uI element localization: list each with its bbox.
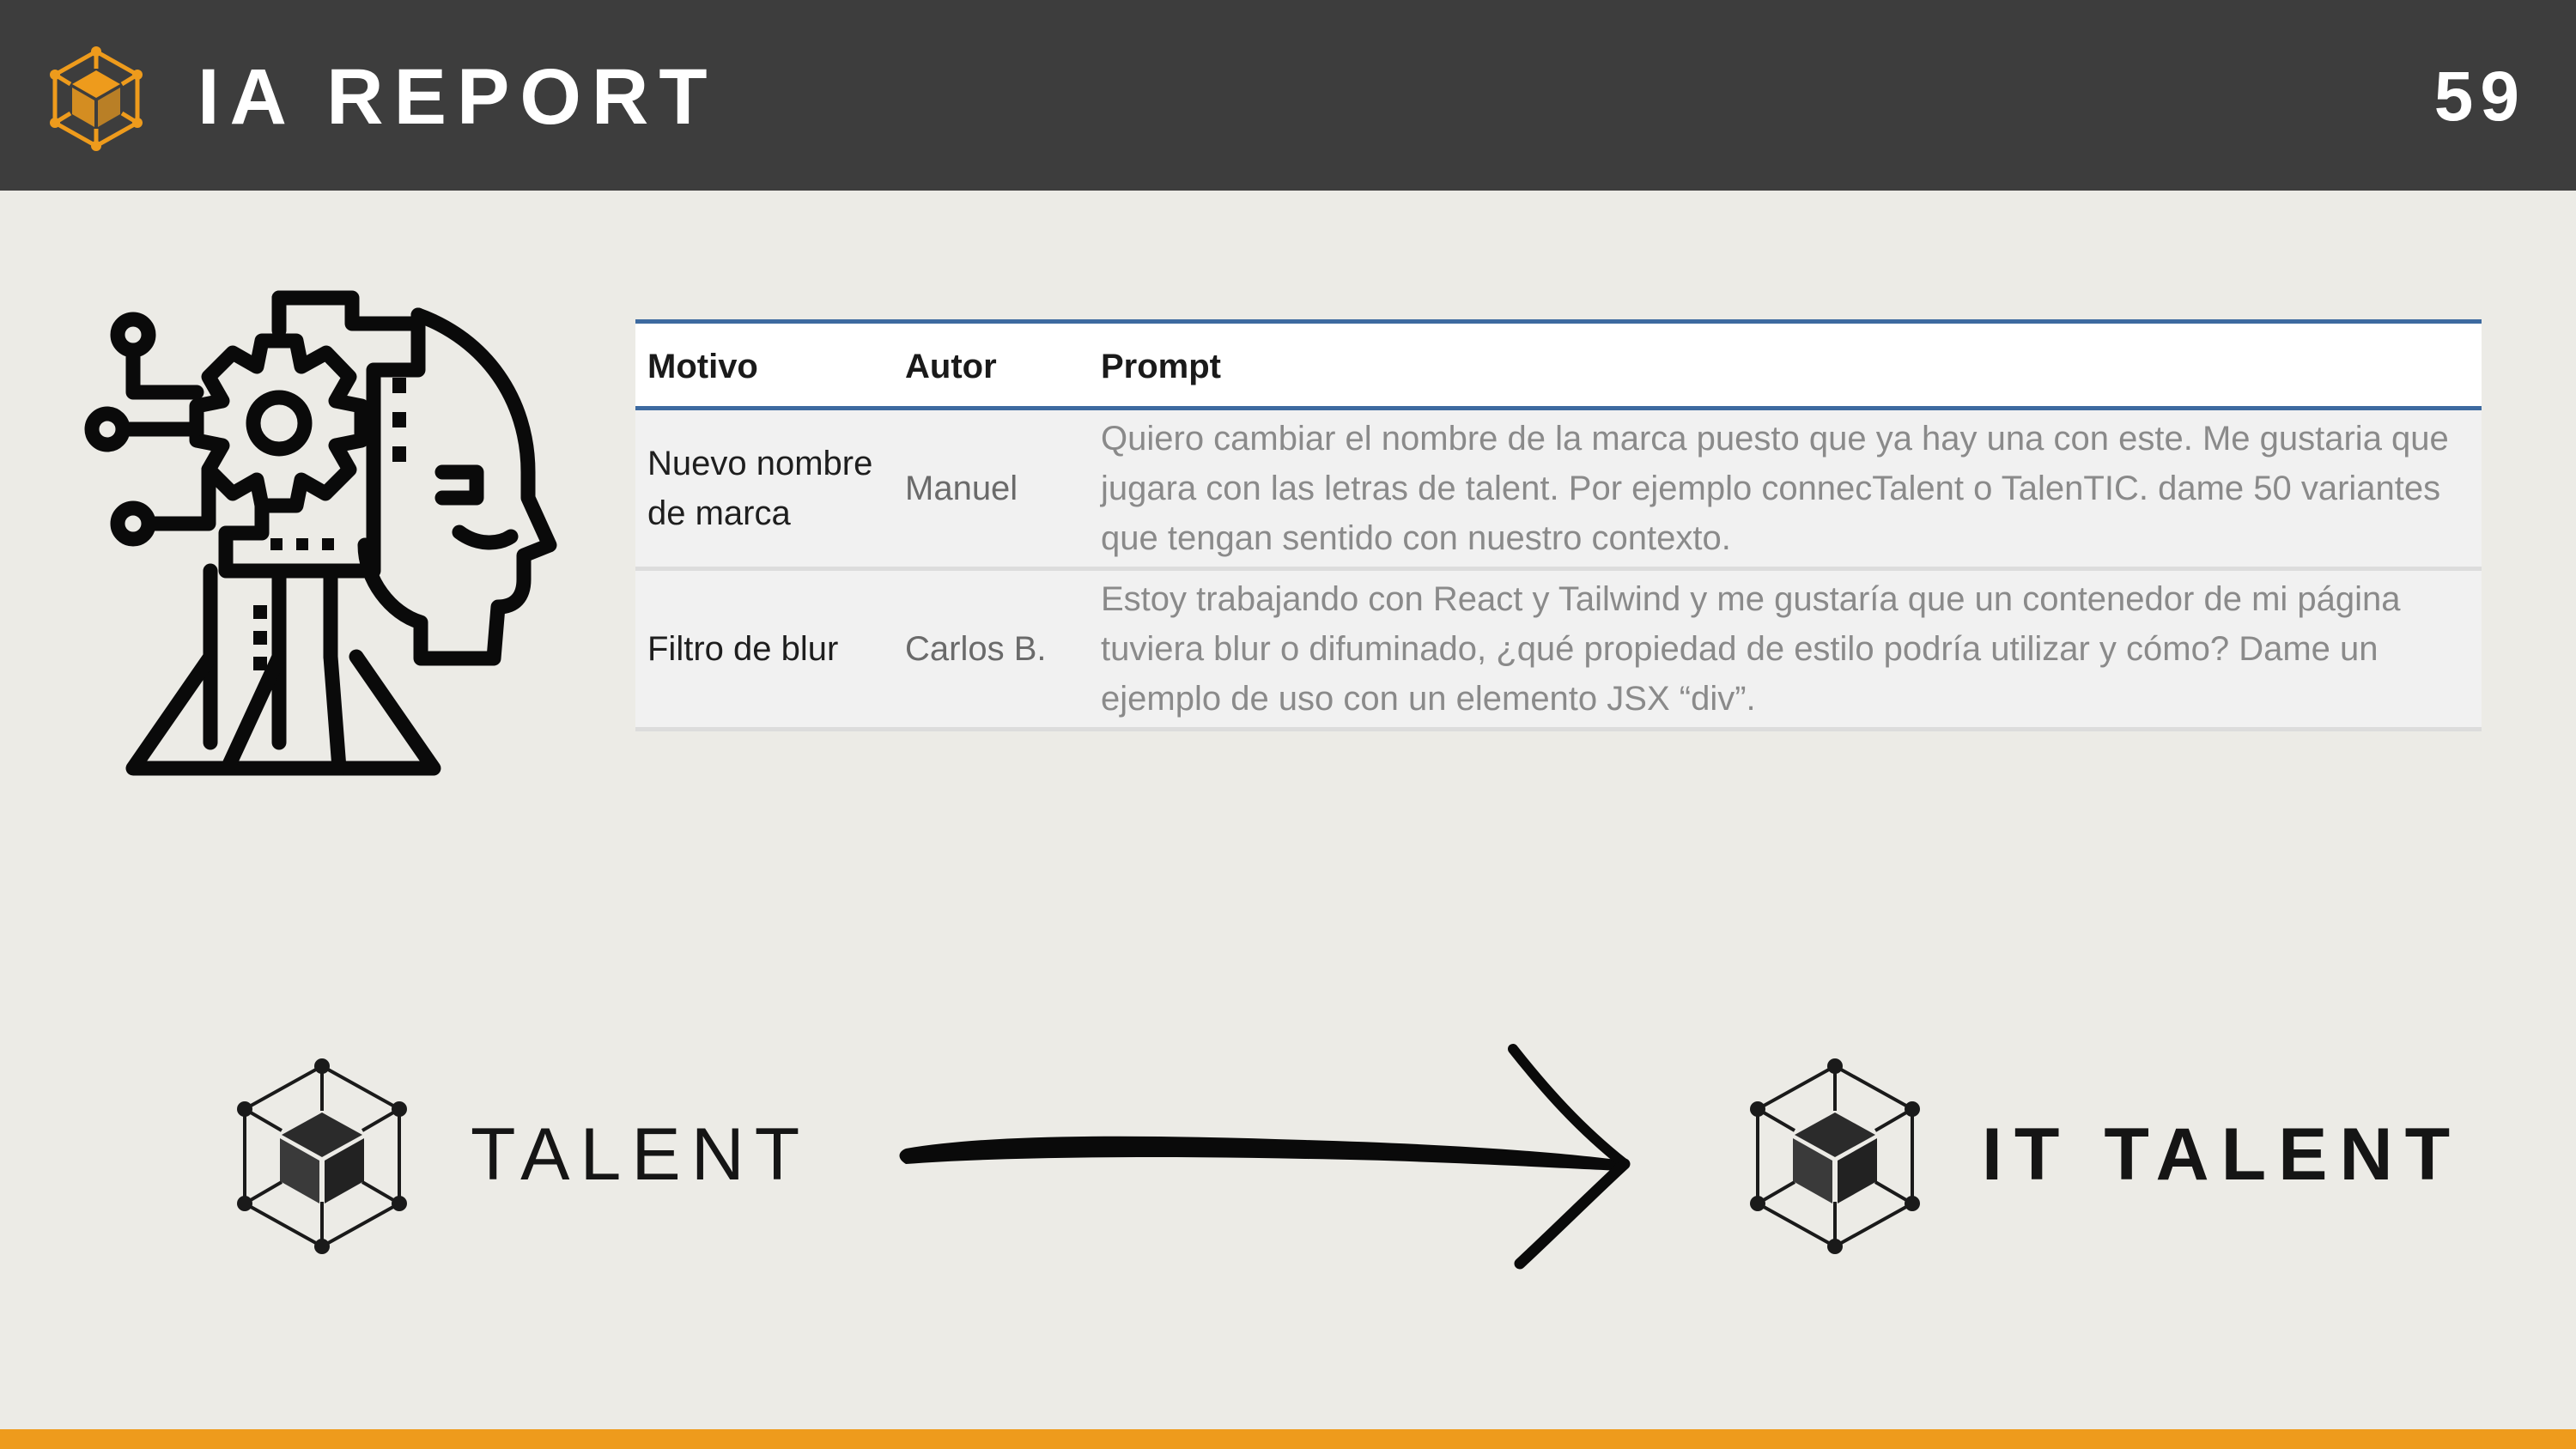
column-header-autor: Autor xyxy=(893,319,1089,410)
header-bar: IA REPORT 59 xyxy=(0,0,2576,191)
column-header-prompt: Prompt xyxy=(1089,319,2482,410)
column-header-motivo: Motivo xyxy=(635,319,893,410)
cell-autor: Manuel xyxy=(893,408,1089,571)
cube-network-icon xyxy=(237,1058,407,1254)
cell-autor: Carlos B. xyxy=(893,568,1089,731)
cell-motivo: Filtro de blur xyxy=(635,568,893,731)
new-brand-label: IT TALENT xyxy=(1982,1113,2463,1196)
table-row: Nuevo nombre de marca Manuel Quiero camb… xyxy=(635,408,2482,571)
cell-motivo: Nuevo nombre de marca xyxy=(635,408,893,571)
ai-head-gear-circuit-icon xyxy=(84,290,557,776)
footer-accent-bar xyxy=(0,1429,2576,1449)
table-header-row: Motivo Autor Prompt xyxy=(635,319,2482,410)
old-brand-label: TALENT xyxy=(471,1113,811,1196)
table-row: Filtro de blur Carlos B. Estoy trabajand… xyxy=(635,568,2482,731)
report-title: IA REPORT xyxy=(197,53,718,141)
page-number: 59 xyxy=(2433,58,2526,136)
cube-network-icon xyxy=(1750,1058,1920,1254)
cell-prompt: Quiero cambiar el nombre de la marca pue… xyxy=(1089,408,2482,571)
hand-drawn-arrow-right-icon xyxy=(899,1044,1631,1270)
prompt-table: Motivo Autor Prompt Nuevo nombre de marc… xyxy=(635,319,2482,731)
cube-network-logo-icon xyxy=(50,46,143,151)
cell-prompt: Estoy trabajando con React y Tailwind y … xyxy=(1089,568,2482,731)
